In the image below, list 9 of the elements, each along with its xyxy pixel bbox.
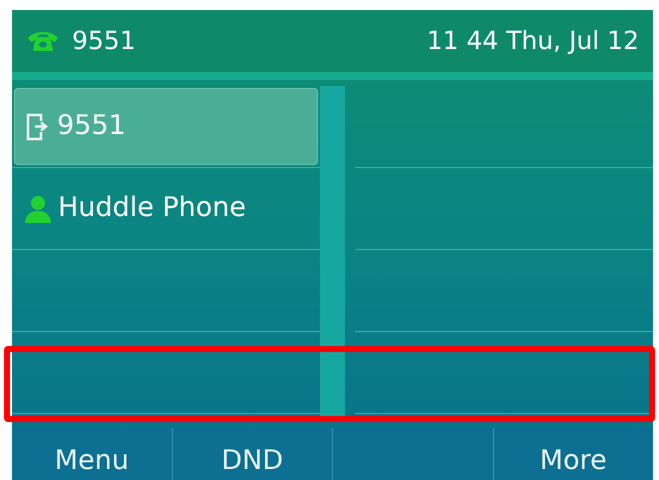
- line-key[interactable]: Huddle Phone: [14, 170, 318, 247]
- date-time: 11 44 Thu, Jul 12: [426, 25, 639, 58]
- softkey[interactable]: More: [534, 447, 613, 480]
- account-number: 9551: [72, 25, 136, 58]
- person-icon: [24, 194, 52, 224]
- softkey[interactable]: DND: [215, 447, 290, 480]
- softkey[interactable]: Menu: [48, 447, 135, 480]
- line-key[interactable]: 9551: [14, 88, 318, 165]
- phone-icon: [26, 29, 60, 53]
